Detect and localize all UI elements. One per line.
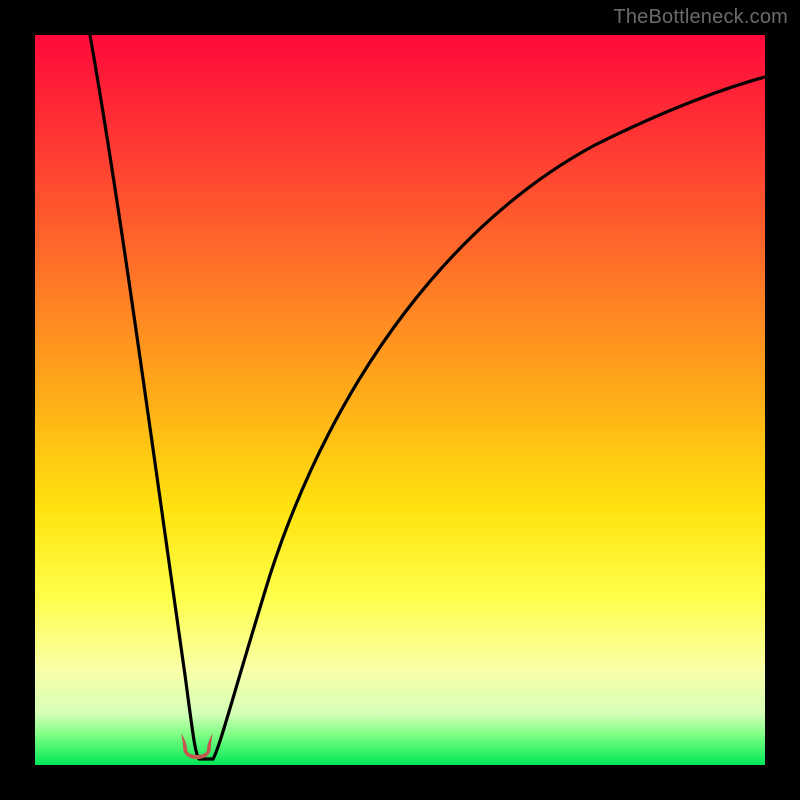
bottleneck-curve (35, 35, 765, 765)
watermark-text: TheBottleneck.com (613, 6, 788, 29)
chart-frame: TheBottleneck.com (0, 0, 800, 800)
plot-area (35, 35, 765, 765)
